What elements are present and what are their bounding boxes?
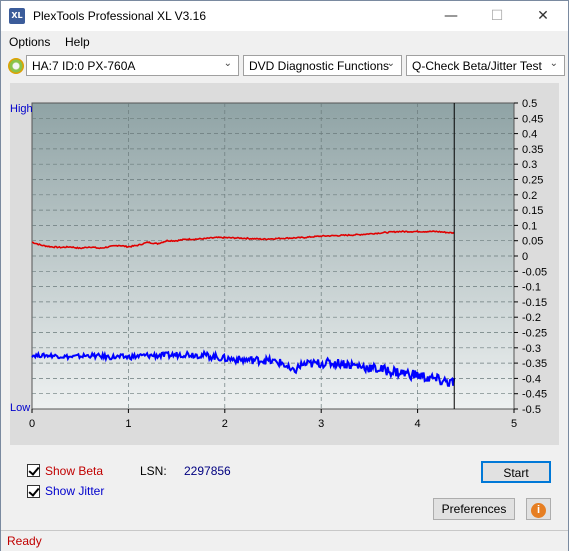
y-tick-label: -0.4 [522, 373, 541, 385]
y-tick-label: -0.2 [522, 312, 541, 324]
chevron-down-icon: ⌄ [386, 58, 395, 69]
status-bar: Ready [1, 530, 568, 551]
close-button[interactable]: ✕ [520, 1, 566, 31]
title-bar: XL PlexTools Professional XL V3.16 — ☐ ✕ [1, 1, 568, 31]
x-tick-label: 4 [415, 418, 421, 430]
y-tick-label: 0.5 [522, 98, 537, 110]
chevron-down-icon: ⌄ [549, 58, 558, 69]
menu-bar: Options Help [1, 32, 568, 52]
y-tick-label: -0.25 [522, 328, 547, 340]
y-tick-label: 0.3 [522, 159, 537, 171]
chevron-down-icon: ⌄ [223, 58, 232, 69]
maximize-button[interactable]: ☐ [474, 1, 520, 31]
function-select[interactable]: DVD Diagnostic Functions ⌄ [243, 55, 402, 76]
y-tick-label: -0.15 [522, 297, 547, 309]
drive-select-value: HA:7 ID:0 PX-760A [32, 59, 136, 73]
preferences-button[interactable]: Preferences [433, 498, 515, 520]
status-text: Ready [7, 534, 42, 548]
y-tick-label: 0.1 [522, 220, 537, 232]
lsn-value: 2297856 [184, 464, 231, 478]
show-beta-label[interactable]: Show Beta [45, 464, 103, 478]
chart-panel: 0.5 0.45 0.4 0.35 0.3 0.25 0.2 0.15 0.1 0.05 0 -0.0… [10, 83, 559, 445]
menu-options[interactable]: Options [9, 35, 50, 49]
y-tick-label: 0 [522, 251, 528, 263]
y-tick-label: -0.05 [522, 266, 547, 278]
function-select-value: DVD Diagnostic Functions [249, 59, 390, 73]
y-tick-label: 0.05 [522, 236, 543, 248]
y-tick-label: -0.1 [522, 282, 541, 294]
menu-help[interactable]: Help [65, 35, 90, 49]
minimize-button[interactable]: — [428, 1, 474, 31]
x-tick-label: 1 [125, 418, 131, 430]
low-label: Low [10, 402, 30, 414]
test-select[interactable]: Q-Check Beta/Jitter Test ⌄ [406, 55, 565, 76]
show-beta-checkbox[interactable] [27, 464, 40, 477]
y-tick-label: 0.4 [522, 129, 537, 141]
test-select-value: Q-Check Beta/Jitter Test [412, 59, 542, 73]
y-tick-label: 0.2 [522, 190, 537, 202]
start-button[interactable]: Start [481, 461, 551, 483]
y-tick-label: 0.35 [522, 144, 543, 156]
info-button[interactable]: i [526, 498, 551, 520]
beta-jitter-chart: 0.5 0.45 0.4 0.35 0.3 0.25 0.2 0.15 0.1 0.05 0 -0.0… [10, 98, 547, 430]
x-tick-label: 5 [511, 418, 517, 430]
x-tick-label: 3 [318, 418, 324, 430]
window-title: PlexTools Professional XL V3.16 [33, 9, 206, 23]
y-tick-label: -0.5 [522, 404, 541, 416]
info-icon: i [531, 503, 546, 518]
show-jitter-checkbox[interactable] [27, 485, 40, 498]
y-tick-label: -0.45 [522, 389, 547, 401]
drive-select[interactable]: HA:7 ID:0 PX-760A ⌄ [26, 55, 239, 76]
y-tick-label: 0.15 [522, 205, 543, 217]
y-tick-label: 0.25 [522, 175, 543, 187]
y-tick-label: -0.35 [522, 358, 547, 370]
disc-drive-icon [8, 58, 24, 74]
y-tick-label: 0.45 [522, 113, 543, 125]
app-icon: XL [9, 8, 25, 24]
lsn-label: LSN: [140, 464, 167, 478]
show-jitter-label[interactable]: Show Jitter [45, 484, 104, 498]
high-label: High [10, 103, 33, 115]
x-tick-label: 0 [29, 418, 35, 430]
x-tick-label: 2 [222, 418, 228, 430]
application-window: XL PlexTools Professional XL V3.16 — ☐ ✕… [0, 0, 569, 551]
toolbar: HA:7 ID:0 PX-760A ⌄ DVD Diagnostic Funct… [1, 53, 568, 79]
y-tick-label: -0.3 [522, 343, 541, 355]
